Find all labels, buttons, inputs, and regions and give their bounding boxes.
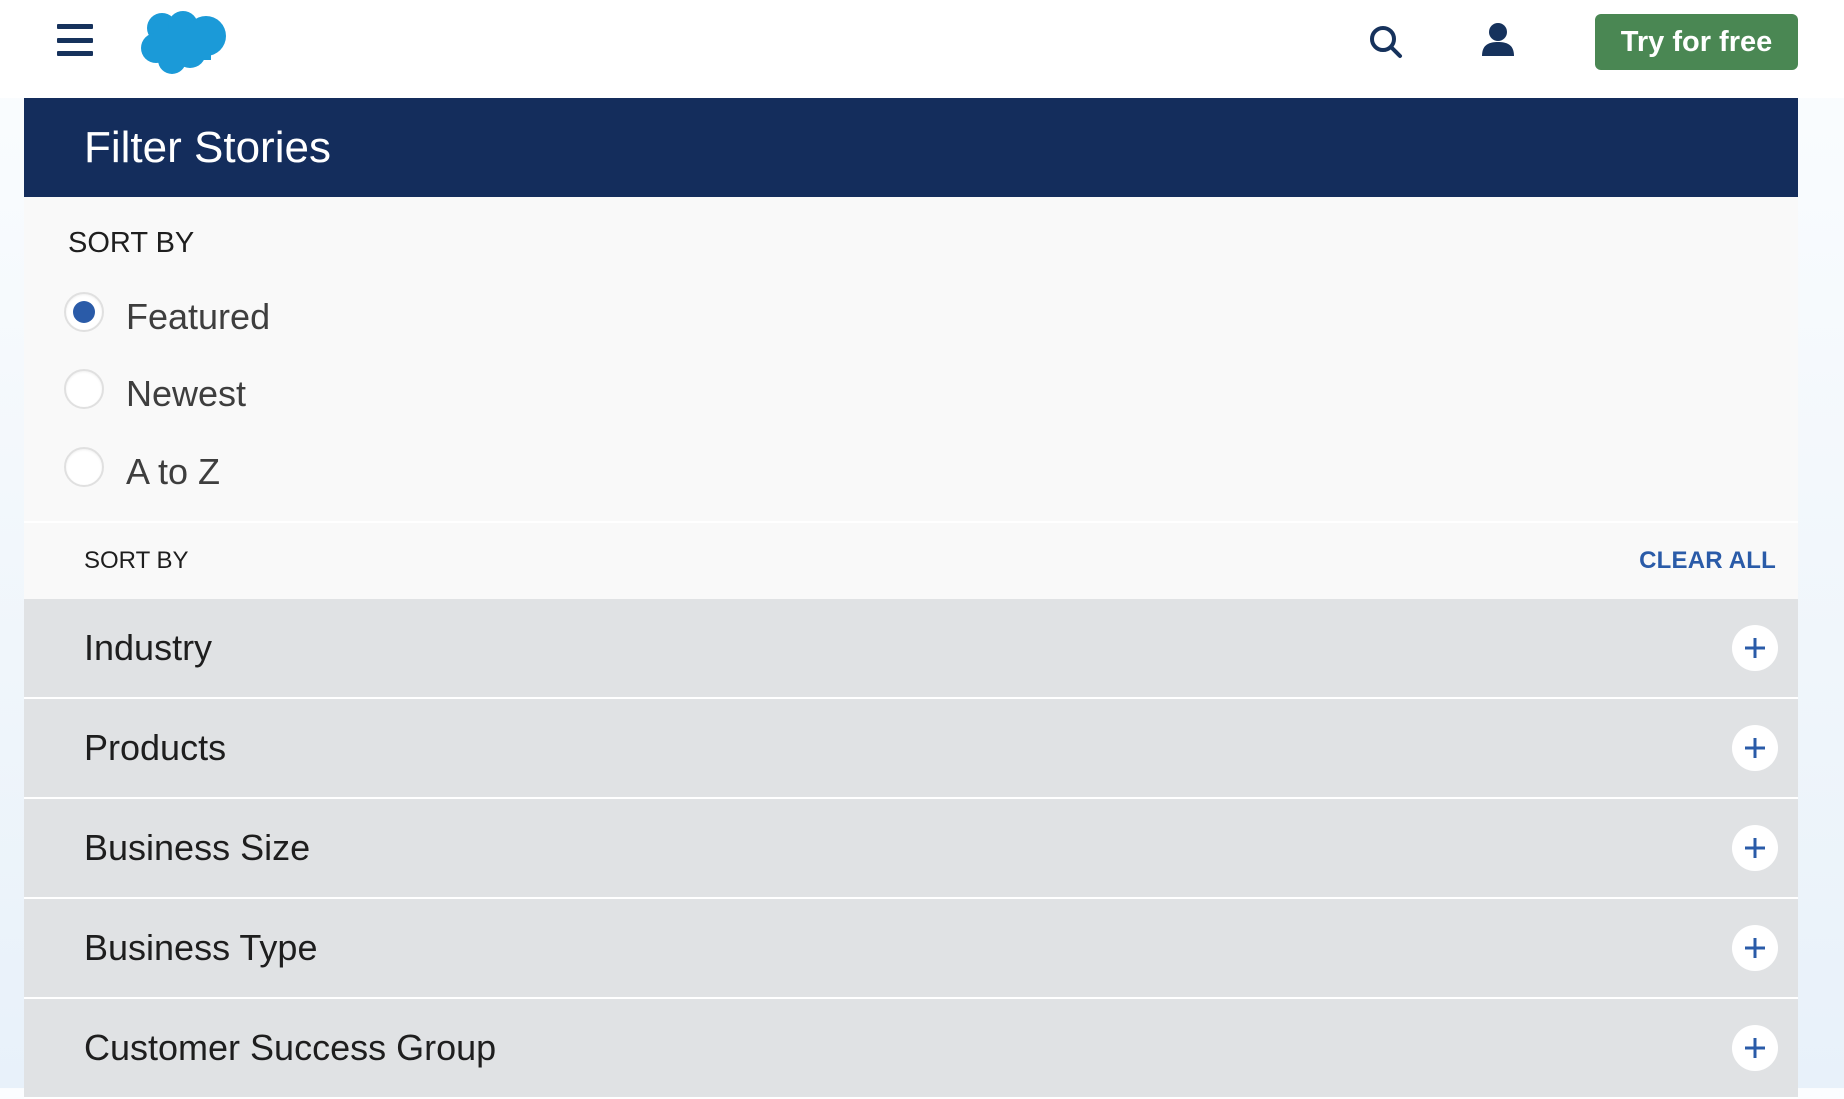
expand-button[interactable] [1732,625,1778,671]
radio-dot [73,301,95,323]
filter-products[interactable]: Products [24,699,1798,799]
filter-business-size[interactable]: Business Size [24,799,1798,899]
sort-option-label: Featured [126,296,271,337]
plus-icon [1745,638,1765,658]
expand-button[interactable] [1732,925,1778,971]
panel-title: Filter Stories [24,98,1798,197]
hamburger-line [57,51,93,56]
filter-bar-label: SORT BY [84,547,189,574]
sort-option-label: Newest [126,373,247,414]
radio-button-checked[interactable] [64,292,104,332]
sort-option-a-to-z[interactable]: A to Z [64,441,220,493]
plus-icon [1745,838,1765,858]
radio-button[interactable] [64,369,104,409]
clear-all-link[interactable]: CLEAR ALL [1639,547,1776,575]
filter-bar: SORT BY CLEAR ALL [24,521,1798,599]
plus-icon [1745,938,1765,958]
expand-button[interactable] [1732,725,1778,771]
hamburger-line [57,24,93,29]
sort-option-newest[interactable]: Newest [64,363,246,415]
hamburger-line [57,37,93,43]
filter-label: Customer Success Group [84,1027,497,1068]
sort-option-featured[interactable]: Featured [64,286,270,338]
expand-button[interactable] [1732,825,1778,871]
filter-customer-success-group[interactable]: Customer Success Group [24,999,1798,1099]
radio-button[interactable] [64,447,104,487]
try-for-free-button[interactable]: Try for free [1595,14,1798,70]
hamburger-menu-icon[interactable] [57,24,93,56]
sort-section: SORT BY Featured Newest A to Z [24,197,1798,521]
filter-label: Products [84,727,227,768]
filter-business-type[interactable]: Business Type [24,899,1798,999]
filter-stories-panel: Filter Stories SORT BY Featured Newest A… [24,98,1798,1099]
user-icon[interactable] [1478,20,1518,60]
salesforce-cloud-logo[interactable] [138,8,234,76]
filter-label: Industry [84,627,213,668]
filter-industry[interactable]: Industry [24,599,1798,699]
filter-label: Business Type [84,927,318,968]
plus-icon [1745,738,1765,758]
filter-label: Business Size [84,827,311,868]
top-navigation-bar: Try for free [0,0,1844,98]
search-icon[interactable] [1366,22,1406,62]
plus-icon [1745,1038,1765,1058]
expand-button[interactable] [1732,1025,1778,1071]
sort-option-label: A to Z [126,451,221,492]
sort-by-heading: SORT BY [68,227,195,259]
